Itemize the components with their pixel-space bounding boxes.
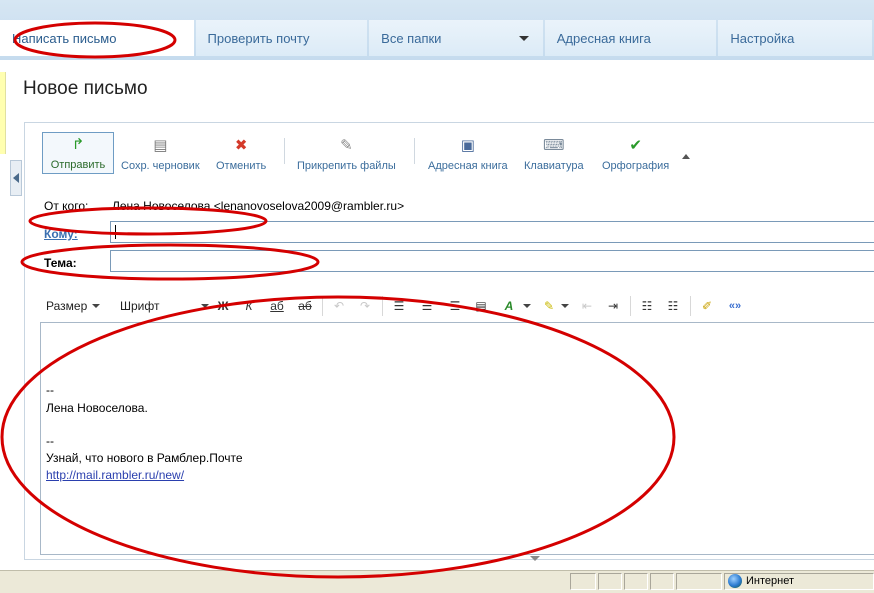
font-family-label: Шрифт — [120, 299, 160, 313]
chevron-down-icon — [523, 304, 531, 308]
bold-button[interactable]: Ж — [214, 297, 232, 315]
format-divider — [322, 296, 323, 316]
tab-address-book-label: Адресная книга — [556, 30, 651, 46]
checkmark-icon: ✔ — [629, 137, 642, 154]
clear-format-icon[interactable]: ✐ — [698, 297, 716, 315]
to-label[interactable]: Кому: — [44, 227, 78, 241]
text-cursor — [115, 225, 116, 239]
tab-settings[interactable]: Настройка — [718, 20, 872, 56]
tab-compose[interactable]: Написать письмо — [0, 20, 194, 56]
document-icon: ▤ — [153, 137, 168, 154]
font-size-dropdown[interactable]: Размер — [46, 296, 101, 316]
signature-separator: -- — [46, 434, 54, 448]
chevron-down-icon — [201, 304, 209, 308]
save-draft-label: Сохр. черновик — [121, 160, 200, 172]
attach-files-button[interactable]: ✎ Прикрепить файлы — [297, 136, 396, 172]
format-divider — [382, 296, 383, 316]
keyboard-label: Клавиатура — [524, 160, 584, 172]
align-left-icon[interactable]: ☰ — [390, 297, 408, 315]
undo-icon[interactable]: ↶ — [330, 297, 348, 315]
signature-name: Лена Новоселова. — [46, 401, 148, 415]
signature-link[interactable]: http://mail.rambler.ru/new/ — [46, 468, 184, 482]
chevron-down-icon — [561, 304, 569, 308]
message-body-editor[interactable] — [40, 322, 874, 555]
format-divider — [690, 296, 691, 316]
paperclip-icon: ✎ — [340, 137, 353, 154]
signature-separator: -- — [46, 383, 54, 397]
status-cell — [570, 573, 596, 590]
collapse-toolbar-icon[interactable] — [682, 154, 690, 159]
tab-strip: Написать письмо Проверить почту Все папк… — [0, 20, 874, 56]
tab-all-folders[interactable]: Все папки — [369, 20, 543, 56]
attach-files-label: Прикрепить файлы — [297, 160, 396, 172]
align-center-icon[interactable]: ☰ — [418, 297, 436, 315]
globe-icon — [728, 574, 742, 588]
tab-check-mail-label: Проверить почту — [207, 30, 310, 46]
indent-icon[interactable]: ⇥ — [604, 297, 622, 315]
strikethrough-button[interactable]: аб — [296, 297, 314, 315]
status-cell — [650, 573, 674, 590]
cancel-label: Отменить — [216, 160, 267, 172]
subject-label: Тема: — [44, 256, 77, 270]
tab-settings-label: Настройка — [730, 30, 795, 46]
left-notice-bar — [0, 72, 6, 154]
resize-handle-icon[interactable] — [530, 556, 540, 561]
spelling-label: Орфография — [602, 160, 670, 172]
to-field[interactable] — [110, 221, 874, 243]
toolbar-divider — [284, 138, 285, 164]
bullet-list-icon[interactable]: ☷ — [638, 297, 656, 315]
align-right-icon[interactable]: ☰ — [446, 297, 464, 315]
tab-compose-label: Написать письмо — [12, 30, 117, 46]
text-color-caret[interactable] — [518, 296, 531, 316]
highlight-color-caret[interactable] — [556, 296, 569, 316]
font-size-label: Размер — [46, 299, 88, 313]
arrow-left-icon — [13, 173, 19, 183]
status-zone-text: Интернет — [746, 575, 794, 587]
text-color-icon[interactable]: A — [500, 297, 518, 315]
from-label: От кого: — [44, 199, 89, 213]
from-value: Лена Новоселова <lenanovoselova2009@ramb… — [112, 199, 405, 213]
tab-check-mail[interactable]: Проверить почту — [195, 20, 368, 56]
font-dropdown-caret[interactable] — [196, 296, 209, 316]
outdent-icon[interactable]: ⇤ — [578, 297, 596, 315]
redo-icon[interactable]: ↷ — [356, 297, 374, 315]
numbered-list-icon[interactable]: ☷ — [664, 297, 682, 315]
signature-promo: Узнай, что нового в Рамблер.Почте — [46, 451, 243, 465]
chevron-down-icon — [518, 36, 529, 41]
send-arrow-icon: ↱ — [71, 136, 85, 153]
status-cell — [624, 573, 648, 590]
subject-field[interactable] — [110, 250, 874, 272]
send-label: Отправить — [50, 159, 106, 171]
contact-card-icon: ▣ — [460, 137, 475, 154]
chevron-down-icon — [92, 304, 101, 308]
keyboard-icon: ⌨ — [542, 137, 565, 154]
address-book-label: Адресная книга — [428, 160, 508, 172]
align-justify-icon[interactable]: ▤ — [472, 297, 490, 315]
sidebar-collapse-button[interactable] — [10, 160, 22, 196]
close-icon: ✖ — [234, 137, 248, 154]
signature-link-row: http://mail.rambler.ru/new/ — [46, 468, 184, 482]
to-link[interactable]: Кому: — [44, 227, 78, 241]
address-book-button[interactable]: ▣ Адресная книга — [428, 136, 508, 172]
tab-all-folders-label: Все папки — [381, 30, 442, 46]
status-cell — [598, 573, 622, 590]
page-title: Новое письмо — [23, 78, 148, 99]
insert-link-button[interactable]: «» — [726, 297, 744, 315]
font-family-dropdown[interactable]: Шрифт — [120, 296, 159, 316]
keyboard-button[interactable]: ⌨ Клавиатура — [524, 136, 584, 172]
tab-address-book[interactable]: Адресная книга — [544, 20, 717, 56]
cancel-button[interactable]: ✖ Отменить — [216, 136, 266, 172]
save-draft-button[interactable]: ▤ Сохр. черновик — [121, 136, 200, 172]
spelling-button[interactable]: ✔ Орфография — [602, 136, 669, 172]
format-divider — [630, 296, 631, 316]
underline-button[interactable]: аб — [268, 297, 286, 315]
send-button[interactable]: ↱ Отправить — [42, 132, 114, 174]
toolbar-divider — [414, 138, 415, 164]
status-cell — [676, 573, 722, 590]
italic-button[interactable]: К — [240, 297, 258, 315]
